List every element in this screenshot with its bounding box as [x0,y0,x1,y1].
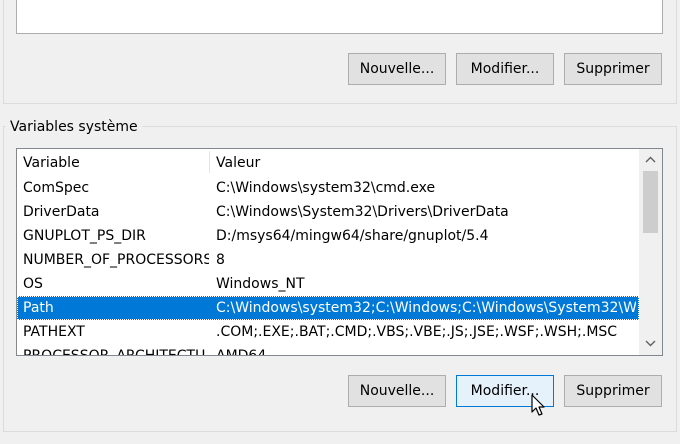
table-row[interactable]: ComSpec C:\Windows\system32\cmd.exe [17,176,639,200]
variable-value: AMD64 [216,348,267,356]
variable-value: 8 [216,252,225,268]
scroll-up-button[interactable] [639,149,662,169]
system-variables-group-title: Variables système [6,118,142,136]
variable-name: NUMBER_OF_PROCESSORS [23,252,209,268]
variable-value: D:/msys64/mingw64/share/gnuplot/5.4 [216,228,489,244]
system-delete-button[interactable]: Supprimer [564,375,662,407]
variable-value: C:\Windows\system32\cmd.exe [216,180,436,196]
chevron-up-icon [645,156,656,162]
user-delete-button[interactable]: Supprimer [564,53,662,85]
system-variables-list[interactable]: Variable Valeur ComSpec C:\Windows\syste… [16,148,663,356]
user-new-button[interactable]: Nouvelle... [348,53,446,85]
variable-name: GNUPLOT_PS_DIR [23,228,146,244]
variable-name: Path [23,300,54,316]
vertical-scrollbar[interactable] [639,149,662,355]
table-row[interactable]: PATHEXT .COM;.EXE;.BAT;.CMD;.VBS;.VBE;.J… [17,320,639,344]
scrollbar-thumb[interactable] [643,171,658,233]
variable-value: C:\Windows\System32\Drivers\DriverData [216,204,509,220]
variable-value: Windows_NT [216,276,305,292]
table-row[interactable]: GNUPLOT_PS_DIR D:/msys64/mingw64/share/g… [17,224,639,248]
variable-name: OS [23,276,43,292]
list-header: Variable Valeur [17,149,639,175]
mouse-pointer-icon [531,394,545,416]
list-rows: ComSpec C:\Windows\system32\cmd.exe Driv… [17,176,639,356]
scroll-down-button[interactable] [639,333,662,353]
chevron-down-icon [645,340,656,346]
table-row-selected[interactable]: Path C:\Windows\system32;C:\Windows;C:\W… [17,296,639,320]
table-row[interactable]: OS Windows_NT [17,272,639,296]
table-row[interactable]: DriverData C:\Windows\System32\Drivers\D… [17,200,639,224]
variable-name: PATHEXT [23,324,85,340]
user-variables-list[interactable] [16,0,663,34]
system-new-button[interactable]: Nouvelle... [348,375,446,407]
variable-value: .COM;.EXE;.BAT;.CMD;.VBS;.VBE;.JS;.JSE;.… [216,324,618,340]
variable-name: ComSpec [23,180,90,196]
user-edit-button[interactable]: Modifier... [456,53,554,85]
table-row[interactable]: PROCESSOR_ARCHITECTU... AMD64 [17,344,639,356]
variable-name: PROCESSOR_ARCHITECTU... [23,348,209,356]
variable-value: C:\Windows\system32;C:\Windows;C:\Window… [216,300,636,316]
column-header-variable[interactable]: Variable [17,149,209,175]
table-row[interactable]: NUMBER_OF_PROCESSORS 8 [17,248,639,272]
variable-name: DriverData [23,204,100,220]
column-header-value[interactable]: Valeur [210,149,639,175]
